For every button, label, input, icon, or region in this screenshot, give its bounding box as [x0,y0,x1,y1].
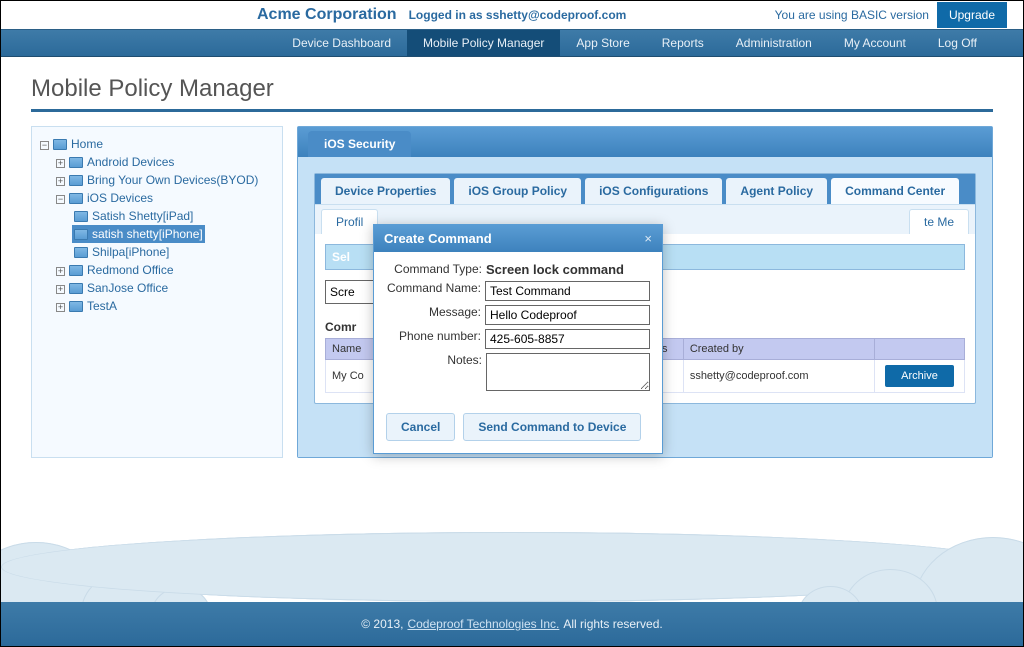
command-name-label: Command Name: [386,281,485,295]
notes-label: Notes: [386,353,486,367]
decorative-clouds [1,532,1023,602]
tree-toggle-testa[interactable]: + [56,303,65,312]
phone-field[interactable] [485,329,650,349]
upgrade-button[interactable]: Upgrade [937,2,1007,28]
cell-created-by: sshetty@codeproof.com [683,360,874,393]
archive-button[interactable]: Archive [885,365,954,387]
tab-device-properties[interactable]: Device Properties [321,178,450,204]
nav-device-dashboard[interactable]: Device Dashboard [276,30,407,56]
folder-icon [69,193,83,204]
tree-redmond[interactable]: Redmond Office [87,263,174,277]
logged-in-prefix: Logged in as [409,8,486,22]
footer-link[interactable]: Codeproof Technologies Inc. [407,617,559,631]
tree-android[interactable]: Android Devices [87,155,174,169]
tree-ios-child-0[interactable]: Satish Shetty[iPad] [92,209,193,223]
cancel-button[interactable]: Cancel [386,413,455,441]
message-field[interactable] [485,305,650,325]
logged-in-text: Logged in as sshetty@codeproof.com [409,8,627,22]
folder-icon [74,247,88,258]
tree-toggle-android[interactable]: + [56,159,65,168]
logged-in-user: sshetty@codeproof.com [486,8,626,22]
command-name-field[interactable] [485,281,650,301]
folder-icon [69,175,83,186]
company-name: Acme Corporation [257,6,397,24]
command-type-value: Screen lock command [486,262,624,277]
tree-byod[interactable]: Bring Your Own Devices(BYOD) [87,173,258,187]
folder-icon [74,211,88,222]
phone-label: Phone number: [386,329,485,343]
folder-icon [53,139,67,150]
version-text: You are using BASIC version [775,8,929,22]
folder-icon [74,229,88,240]
folder-icon [69,265,83,276]
subtab-left[interactable]: Profil [321,209,378,234]
nav-mobile-policy-manager[interactable]: Mobile Policy Manager [407,30,560,56]
tree-testa[interactable]: TestA [87,299,117,313]
tab-ios-configurations[interactable]: iOS Configurations [585,178,722,204]
tree-toggle-byod[interactable]: + [56,177,65,186]
folder-icon [69,301,83,312]
tab-command-center[interactable]: Command Center [831,178,959,204]
tree-toggle-home[interactable]: − [40,141,49,150]
tree-toggle-ios[interactable]: − [56,195,65,204]
tree-home[interactable]: Home [71,137,103,151]
notes-field[interactable] [486,353,650,391]
device-tree: − Home + Android Devices + Bring Your Own D… [31,126,283,458]
nav-log-off[interactable]: Log Off [922,30,993,56]
subtab-right[interactable]: te Me [909,209,969,234]
tree-toggle-redmond[interactable]: + [56,267,65,276]
th-created-by: Created by [683,339,874,360]
send-command-button[interactable]: Send Command to Device [463,413,641,441]
folder-icon [69,157,83,168]
page-title: Mobile Policy Manager [31,75,993,112]
tree-ios-child-2[interactable]: Shilpa[iPhone] [92,245,169,259]
section-tab-ios-security[interactable]: iOS Security [308,131,411,157]
nav-administration[interactable]: Administration [720,30,828,56]
tree-sanjose[interactable]: SanJose Office [87,281,168,295]
footer: © 2013, Codeproof Technologies Inc. All … [1,602,1023,646]
message-label: Message: [386,305,485,319]
folder-icon [69,283,83,294]
nav-my-account[interactable]: My Account [828,30,922,56]
dialog-title: Create Command [384,231,492,246]
main-nav: Device Dashboard Mobile Policy Manager A… [1,29,1023,57]
tree-ios[interactable]: iOS Devices [87,191,153,205]
footer-rights: All rights reserved. [563,617,662,631]
tree-ios-child-1[interactable]: satish shetty[iPhone] [92,227,203,241]
footer-copyright: © 2013, [361,617,403,631]
tree-toggle-sanjose[interactable]: + [56,285,65,294]
command-type-label: Command Type: [386,262,486,276]
close-icon[interactable]: × [644,231,652,246]
create-command-dialog: Create Command × Command Type: Screen lo… [373,224,663,454]
nav-app-store[interactable]: App Store [560,30,645,56]
nav-reports[interactable]: Reports [646,30,720,56]
tab-agent-policy[interactable]: Agent Policy [726,178,827,204]
th-action [875,339,965,360]
tab-ios-group-policy[interactable]: iOS Group Policy [454,178,581,204]
